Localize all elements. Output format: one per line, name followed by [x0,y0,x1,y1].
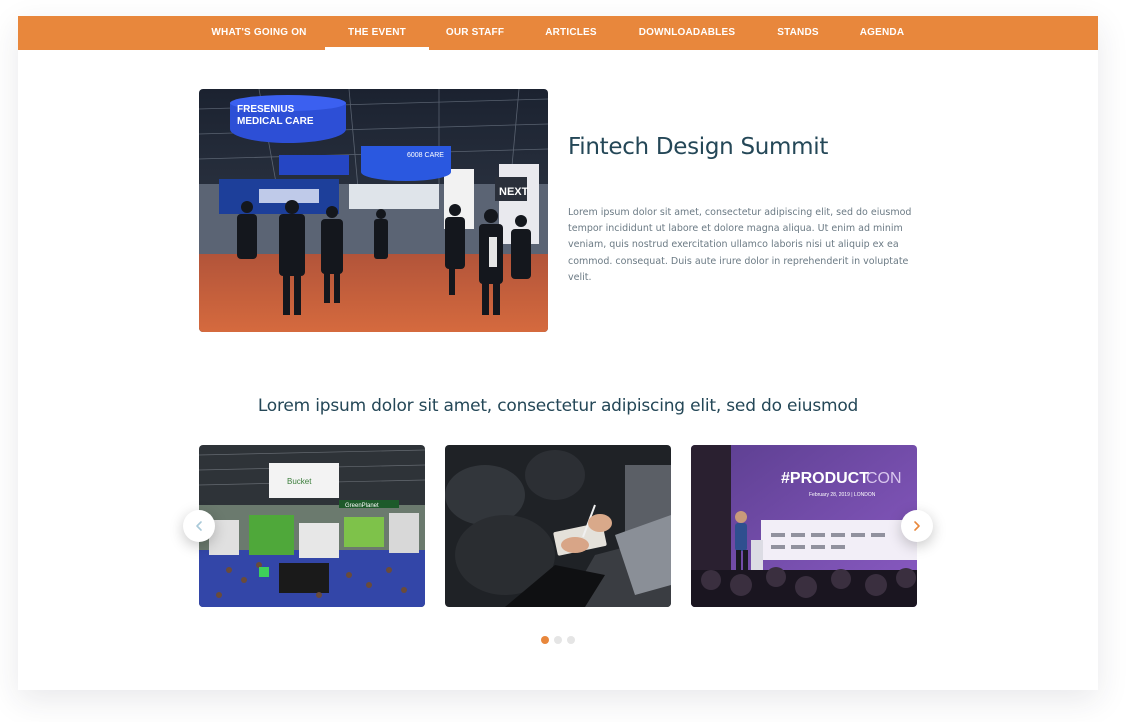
nav-item-the-event[interactable]: THE EVENT [325,16,429,50]
event-description: Lorem ipsum dolor sit amet, consectetur … [568,207,912,283]
slide-date-text: February 28, 2019 | LONDON [809,492,876,498]
gallery-slide-3[interactable]: #PRODUCT CON February 28, 2019 | LONDON [691,445,917,607]
gallery-slide-2[interactable] [445,445,671,607]
hero-banner-text-3: 6008 CARE [407,152,444,159]
expo-floor-image: Bucket GreenPlanet [199,445,425,607]
nav-item-downloadables[interactable]: DOWNLOADABLES [629,16,745,50]
nav-item-whats-going-on[interactable]: WHAT'S GOING ON [197,16,321,50]
chevron-right-icon [914,521,920,531]
gallery-title: Lorem ipsum dolor sit amet, consectetur … [257,396,859,416]
expo-hall-illustration: NEXT FRESENIUS MEDICAL CARE 6008 CARE [199,89,548,332]
hero-next-logo-text: NEXT [499,186,529,198]
gallery-slide-1[interactable]: Bucket GreenPlanet [199,445,425,607]
carousel-dot-1[interactable] [541,636,549,644]
nav-item-agenda[interactable]: AGENDA [847,16,917,50]
audience-notes-image [445,445,671,607]
nav-item-articles[interactable]: ARTICLES [528,16,614,50]
slide-sign-text: GreenPlanet [345,503,379,509]
hero-banner-text-2: MEDICAL CARE [237,116,314,127]
slide-headline-text-b: CON [866,470,902,487]
conference-stage-image: #PRODUCT CON February 28, 2019 | LONDON [691,445,917,607]
page-card: WHAT'S GOING ON THE EVENT OUR STAFF ARTI… [18,16,1098,690]
nav-item-stands[interactable]: STANDS [760,16,836,50]
event-hero-image: NEXT FRESENIUS MEDICAL CARE 6008 CARE [199,89,548,332]
carousel-prev-button[interactable] [183,510,215,542]
chevron-left-icon [196,521,202,531]
carousel-next-button[interactable] [901,510,933,542]
hero-banner-text-1: FRESENIUS [237,104,295,115]
nav-item-our-staff[interactable]: OUR STAFF [433,16,517,50]
slide-headline-text-a: #PRODUCT [781,470,869,487]
top-nav: WHAT'S GOING ON THE EVENT OUR STAFF ARTI… [18,16,1098,50]
event-title: Fintech Design Summit [568,134,829,160]
carousel-dot-2[interactable] [554,636,562,644]
carousel-dot-3[interactable] [567,636,575,644]
slide-banner-text: Bucket [287,477,312,486]
